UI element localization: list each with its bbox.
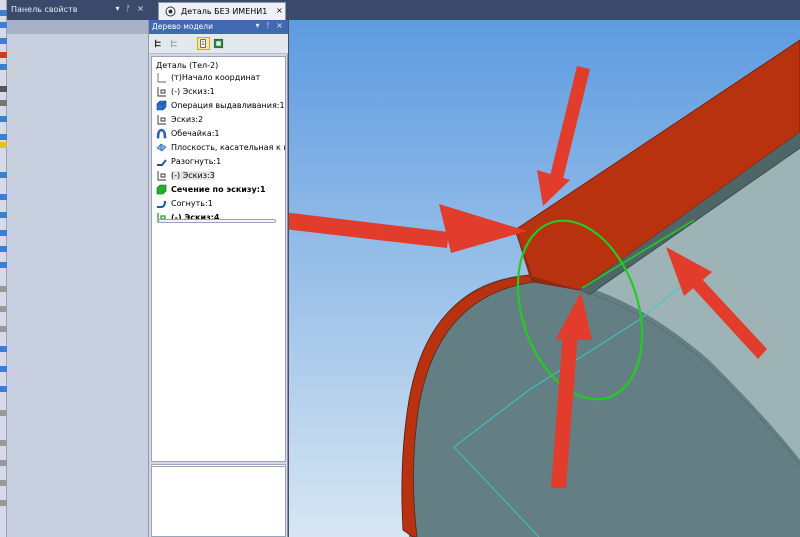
tool-icon[interactable]	[0, 194, 7, 200]
tool-icon[interactable]	[0, 100, 7, 106]
tool-icon[interactable]	[0, 10, 7, 16]
document-tab[interactable]: Деталь БЕЗ ИМЕНИ1 ×	[158, 2, 286, 20]
tool-icon[interactable]	[0, 116, 7, 122]
sketch-icon	[157, 115, 166, 125]
model-tree-list: Деталь (Тел-2) (т)Начало координат (-) Э…	[151, 56, 286, 462]
tool-icon[interactable]	[0, 86, 7, 92]
model-tree-title: Дерево модели	[152, 22, 213, 31]
tool-icon[interactable]	[0, 410, 7, 416]
properties-panel-body	[7, 20, 148, 537]
extrude-icon	[156, 100, 167, 111]
tool-icon[interactable]	[0, 500, 7, 506]
3d-viewport[interactable]	[289, 20, 800, 537]
chevron-down-icon[interactable]: ▾	[253, 21, 262, 30]
tool-icon[interactable]	[0, 306, 7, 312]
unbend-icon	[157, 159, 167, 166]
shell-icon	[156, 128, 167, 139]
pin-icon[interactable]: ᚨ	[124, 4, 133, 13]
chevron-down-icon[interactable]: ▾	[113, 4, 122, 13]
viewport-canvas[interactable]	[289, 20, 800, 537]
tool-icon[interactable]	[0, 326, 7, 332]
pin-icon[interactable]: ᚨ	[264, 21, 273, 30]
tool-icon[interactable]	[0, 172, 7, 178]
sketch-icon	[157, 171, 166, 181]
tree-root-label[interactable]: Деталь (Тел-2)	[156, 61, 218, 70]
part-document-icon	[165, 6, 176, 17]
tool-icon[interactable]	[0, 366, 7, 372]
tool-icon[interactable]	[0, 262, 7, 268]
tree-settings-icon[interactable]	[212, 37, 225, 50]
sketch-icon	[157, 87, 166, 97]
app-window: Панель свойств ▾ ᚨ × Деталь БЕЗ ИМЕНИ1 ×…	[0, 0, 800, 537]
plane-icon	[156, 143, 167, 152]
model-tree-toolbar	[149, 34, 288, 54]
tool-icon[interactable]	[0, 246, 7, 252]
tool-icon[interactable]	[0, 440, 7, 446]
document-tab-label: Деталь БЕЗ ИМЕНИ1	[181, 7, 268, 16]
tool-icon[interactable]	[0, 22, 7, 28]
properties-panel-title: Панель свойств	[11, 5, 78, 14]
tool-icon[interactable]	[0, 142, 7, 148]
left-toolbar	[0, 0, 7, 537]
document-tab-bar: Деталь БЕЗ ИМЕНИ1 ×	[148, 0, 800, 20]
origin-icon	[157, 73, 166, 83]
horizontal-scrollbar[interactable]	[158, 219, 276, 223]
tool-icon[interactable]	[0, 386, 7, 392]
tool-icon[interactable]	[0, 346, 7, 352]
close-icon[interactable]: ×	[136, 4, 145, 13]
tool-icon[interactable]	[0, 286, 7, 292]
tool-icon[interactable]	[0, 52, 7, 58]
model-tree-panel: Дерево модели ▾ ᚨ × Деталь (Тел-2) (т)На…	[148, 20, 288, 537]
tree-filter-icon[interactable]	[197, 37, 210, 50]
close-icon[interactable]: ×	[276, 6, 283, 15]
close-icon[interactable]: ×	[275, 21, 284, 30]
properties-panel-header: Панель свойств ▾ ᚨ ×	[7, 0, 148, 20]
tool-icon[interactable]	[0, 64, 7, 70]
tool-icon[interactable]	[0, 212, 7, 218]
tool-icon[interactable]	[0, 230, 7, 236]
section-icon	[156, 184, 167, 195]
model-tree-header: Дерево модели ▾ ᚨ ×	[149, 20, 288, 34]
tree-view-mode-icon[interactable]	[168, 37, 181, 50]
bend-icon	[157, 200, 166, 208]
tool-icon[interactable]	[0, 480, 7, 486]
model-tree-bottom-pane	[151, 464, 286, 537]
tree-structure-icon[interactable]	[152, 37, 165, 50]
tool-icon[interactable]	[0, 38, 7, 44]
tool-icon[interactable]	[0, 134, 7, 140]
tool-icon[interactable]	[0, 460, 7, 466]
